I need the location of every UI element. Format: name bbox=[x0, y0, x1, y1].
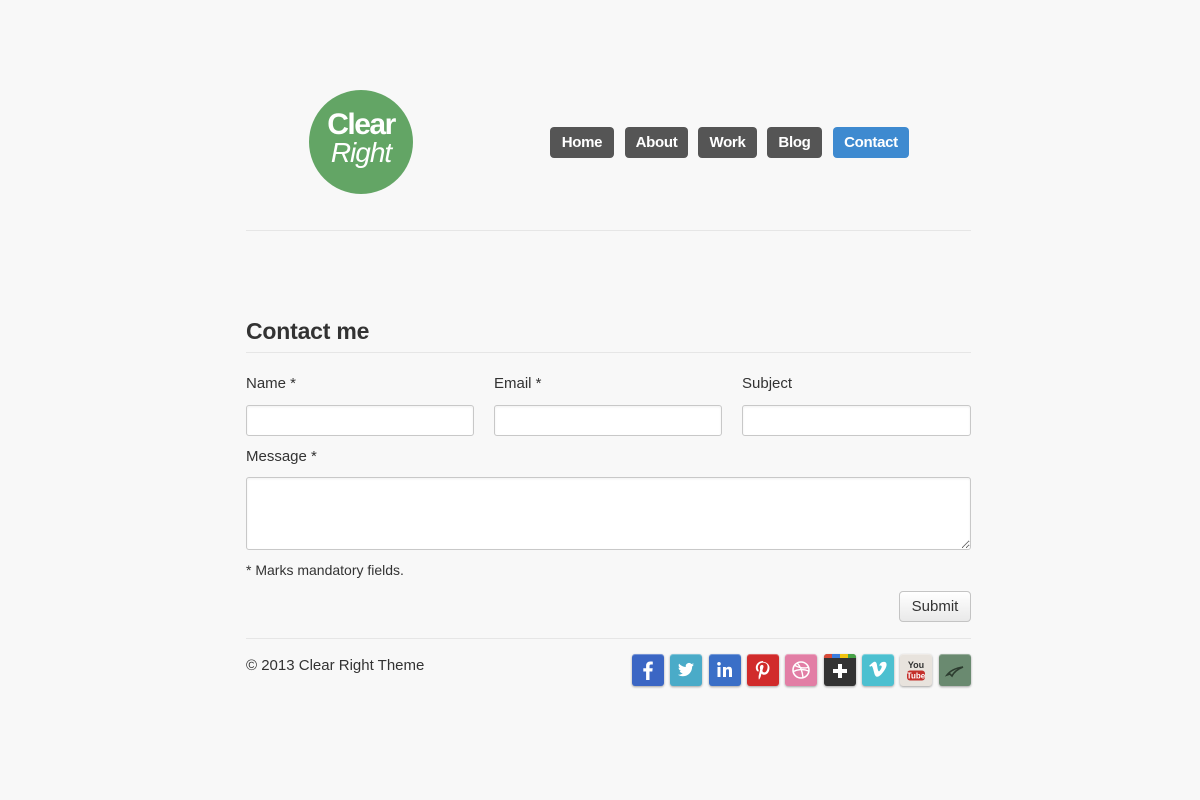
email-label: Email * bbox=[494, 375, 542, 392]
submit-button[interactable]: Submit bbox=[899, 591, 971, 622]
message-textarea[interactable] bbox=[246, 477, 971, 550]
twitter-icon[interactable] bbox=[670, 654, 702, 686]
nav-contact[interactable]: Contact bbox=[833, 127, 909, 158]
email-input[interactable] bbox=[494, 405, 722, 436]
youtube-icon[interactable]: You Tube bbox=[900, 654, 932, 686]
logo[interactable]: Clear Right bbox=[309, 90, 413, 194]
pinterest-icon[interactable] bbox=[747, 654, 779, 686]
logo-line-2: Right bbox=[330, 137, 392, 168]
svg-text:You: You bbox=[908, 660, 924, 670]
linkedin-icon[interactable] bbox=[709, 654, 741, 686]
deviantart-icon[interactable] bbox=[939, 654, 971, 686]
subject-label: Subject bbox=[742, 375, 793, 392]
name-input[interactable] bbox=[246, 405, 474, 436]
mandatory-note: * Marks mandatory fields. bbox=[246, 562, 404, 578]
svg-text:Tube: Tube bbox=[907, 671, 926, 680]
page: Clear Right Home About Work Blog Contact… bbox=[0, 0, 1200, 800]
name-label: Name * bbox=[246, 375, 297, 392]
footer-divider bbox=[246, 638, 971, 639]
facebook-icon[interactable] bbox=[632, 654, 664, 686]
nav-blog[interactable]: Blog bbox=[767, 127, 822, 158]
google-plus-icon[interactable] bbox=[824, 654, 856, 686]
vimeo-icon[interactable] bbox=[862, 654, 894, 686]
nav-about[interactable]: About bbox=[625, 127, 688, 158]
nav-work[interactable]: Work bbox=[698, 127, 757, 158]
nav-home[interactable]: Home bbox=[550, 127, 614, 158]
logo-line-1: Clear bbox=[327, 108, 396, 141]
page-title: Contact me bbox=[246, 318, 370, 344]
subject-input[interactable] bbox=[742, 405, 971, 436]
dribbble-icon[interactable] bbox=[785, 654, 817, 686]
message-label: Message * bbox=[246, 448, 317, 465]
header-divider bbox=[246, 230, 971, 231]
title-divider bbox=[246, 352, 971, 353]
copyright: © 2013 Clear Right Theme bbox=[246, 657, 425, 674]
